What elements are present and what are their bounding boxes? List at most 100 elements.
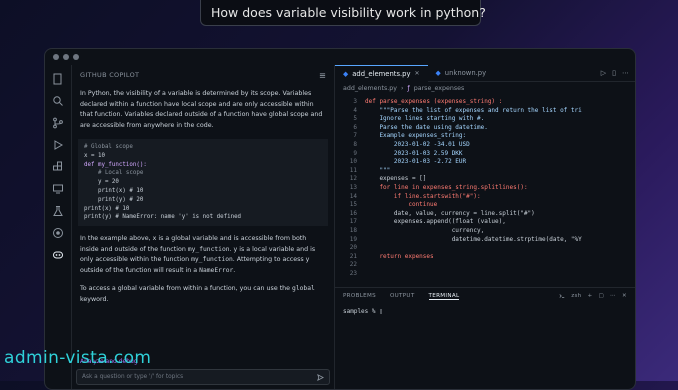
- code-text: expenses.append((float (value),: [365, 218, 506, 226]
- chat-body: In Python, the visibility of a variable …: [72, 85, 334, 317]
- code-line: y = 20: [84, 179, 119, 186]
- window-maximize-dot[interactable]: [73, 54, 79, 60]
- tab-label: unknown.py: [444, 69, 487, 77]
- code-row: 4 """Parse the list of expenses and retu…: [335, 107, 635, 116]
- code-row: 12 expenses = []: [335, 175, 635, 184]
- split-editor-icon[interactable]: ▯: [612, 69, 616, 77]
- close-icon[interactable]: ✕: [415, 70, 420, 77]
- code-line: print(y) # NameError: name 'y' is not de…: [84, 214, 242, 221]
- code-text: 2023-01-02 -34.01 USD: [365, 140, 470, 148]
- line-number: 11: [349, 166, 357, 174]
- search-icon[interactable]: [52, 95, 64, 107]
- code-text: def parse_expenses (expenses_string) :: [365, 98, 503, 105]
- vscode-window: GITHUB COPILOT In Python, the visibility…: [44, 48, 636, 390]
- code-line: print(x) # 10: [84, 187, 144, 194]
- breadcrumb-symbol[interactable]: parse_expenses: [414, 85, 465, 92]
- chat-intro: In Python, the visibility of a variable …: [80, 90, 323, 129]
- code-text: continue: [365, 201, 438, 209]
- close-icon[interactable]: ✕: [622, 293, 627, 299]
- more-icon[interactable]: ⋯: [610, 293, 616, 299]
- terminal-prompt: samples %: [343, 308, 380, 315]
- terminal[interactable]: samples % ▯: [335, 304, 635, 319]
- add-terminal-icon[interactable]: +: [588, 293, 593, 299]
- line-number: 7: [353, 132, 357, 140]
- panel-tabs: PROBLEMS OUTPUT TERMINAL zsh + ▢ ⋯ ✕: [335, 288, 635, 304]
- extensions-icon[interactable]: [52, 161, 64, 173]
- trash-icon[interactable]: ▢: [599, 293, 605, 299]
- terminal-cursor: ▯: [379, 308, 383, 315]
- code-row: 13 for line in expenses_string.splitline…: [335, 184, 635, 193]
- prompt-text: How does variable visibility work in pyt…: [211, 5, 486, 20]
- window-minimize-dot[interactable]: [63, 54, 69, 60]
- chevron-right-icon: ›: [400, 84, 404, 92]
- breadcrumb-file[interactable]: add_elements.py: [343, 85, 397, 92]
- line-number: 12: [349, 175, 357, 183]
- code-row: 14 if line.startswith("#"):: [335, 193, 635, 202]
- explain-code-fn: my_function: [187, 245, 230, 253]
- line-number: 10: [349, 158, 357, 166]
- line-number: 15: [349, 201, 357, 209]
- tab-output[interactable]: OUTPUT: [390, 293, 415, 299]
- testing-icon[interactable]: [52, 205, 64, 217]
- bottom-panel: PROBLEMS OUTPUT TERMINAL zsh + ▢ ⋯ ✕ sam…: [335, 287, 635, 389]
- code-row: 9 2023-01-03 2.59 DKK: [335, 150, 635, 159]
- source-control-icon[interactable]: [52, 117, 64, 129]
- code-row: 15 continue: [335, 201, 635, 210]
- line-number: 8: [353, 140, 357, 148]
- access-code-global: global: [292, 285, 315, 293]
- chat-input[interactable]: Ask a question or type '/' for topics: [76, 369, 330, 385]
- code-text: """: [365, 166, 391, 174]
- explorer-icon[interactable]: [52, 73, 64, 85]
- access-text-2: keyword.: [80, 295, 109, 303]
- code-row: 17 expenses.append((float (value),: [335, 218, 635, 227]
- chat-header: GITHUB COPILOT: [72, 65, 334, 85]
- editor-tabs: ◆ add_elements.py ✕ ◆ unknown.py ▷ ▯ ⋯: [335, 64, 635, 82]
- run-debug-icon[interactable]: [52, 139, 64, 151]
- tab-terminal[interactable]: TERMINAL: [428, 293, 460, 300]
- code-row: 8 2023-01-02 -34.01 USD: [335, 141, 635, 150]
- line-number: 17: [349, 218, 357, 226]
- copilot-icon[interactable]: [52, 249, 64, 261]
- watermark-logo: admin-vista.com: [4, 348, 152, 368]
- code-row: 22: [335, 261, 635, 270]
- title-bar: [45, 49, 635, 65]
- line-number: 9: [353, 149, 357, 157]
- run-icon[interactable]: ▷: [601, 69, 606, 77]
- chat-input-placeholder: Ask a question or type '/' for topics: [82, 374, 184, 380]
- code-line: print(x) # 10: [84, 205, 130, 212]
- line-number: 16: [349, 209, 357, 217]
- tab-add-elements[interactable]: ◆ add_elements.py ✕: [335, 64, 428, 82]
- code-text: Ignore lines starting with #.: [365, 115, 485, 123]
- tab-problems[interactable]: PROBLEMS: [343, 293, 376, 299]
- prompt-bar[interactable]: How does variable visibility work in pyt…: [200, 0, 486, 26]
- chat-send-icon[interactable]: [317, 373, 324, 381]
- explain-code-error: NameError: [199, 266, 234, 274]
- code-editor[interactable]: 3 def parse_expenses (expenses_string) : 4…: [335, 94, 635, 286]
- remote-explorer-icon[interactable]: [52, 183, 64, 195]
- chat-menu-icon[interactable]: [319, 72, 326, 79]
- tab-label: add_elements.py: [352, 69, 411, 78]
- line-number: 6: [353, 123, 357, 131]
- more-icon[interactable]: ⋯: [622, 69, 629, 77]
- code-row: 19 datetime.datetime.strptime(date, "%Y: [335, 236, 635, 245]
- code-text: currency,: [365, 226, 485, 234]
- line-number: 18: [349, 226, 357, 234]
- code-line: x = 10: [84, 152, 105, 159]
- code-row: 6 Parse the date using datetime.: [335, 124, 635, 133]
- window-close-dot[interactable]: [53, 54, 59, 60]
- tab-unknown[interactable]: ◆ unknown.py: [428, 65, 495, 81]
- code-line: print(y) # 20: [84, 196, 144, 203]
- code-row: 5 Ignore lines starting with #.: [335, 115, 635, 124]
- code-text: if line.startswith("#"):: [365, 192, 481, 200]
- code-row: 7 Example expenses_string:: [335, 132, 635, 141]
- line-number: 14: [349, 192, 357, 200]
- code-text: date, value, currency = line.split("#"): [365, 209, 535, 217]
- line-number: 22: [349, 261, 357, 269]
- line-number: 13: [349, 183, 357, 191]
- line-number: 5: [353, 115, 357, 123]
- terminal-icon: [559, 294, 565, 298]
- line-number: 21: [349, 252, 357, 260]
- github-icon[interactable]: [52, 227, 64, 239]
- function-icon: ƒ: [407, 84, 410, 92]
- explain-code-fn-2: my_function: [191, 256, 233, 264]
